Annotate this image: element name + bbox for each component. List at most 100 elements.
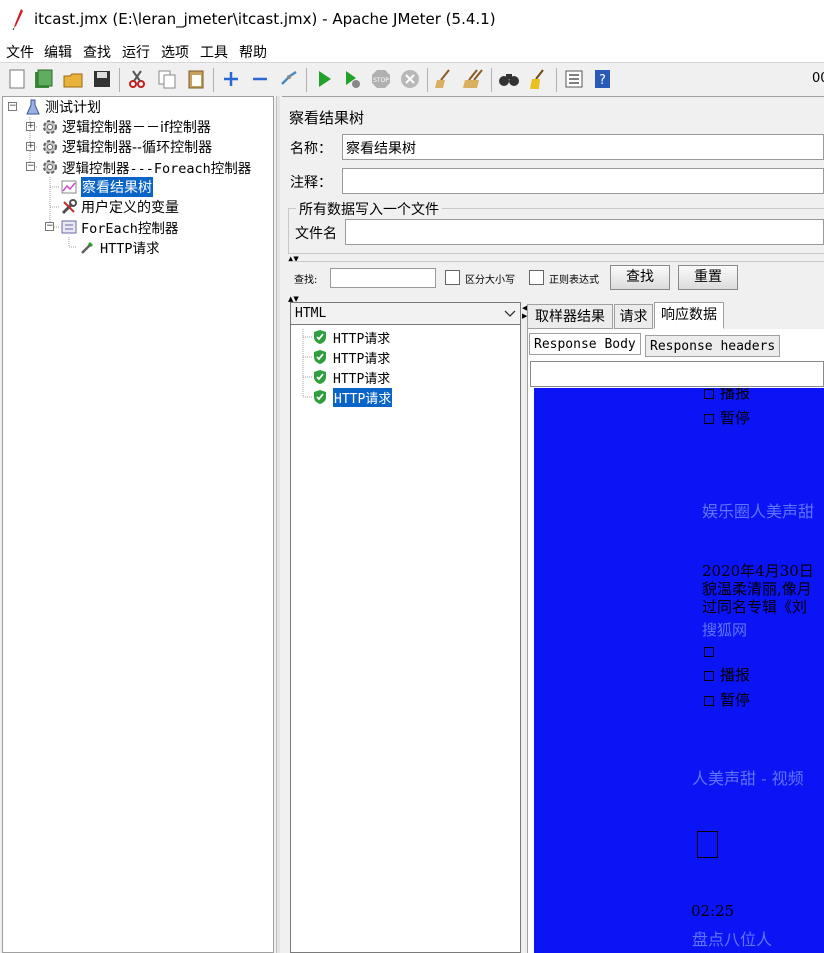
success-shield-icon bbox=[314, 370, 326, 384]
tree-item-http-request[interactable]: HTTP请求 bbox=[79, 237, 160, 257]
new-icon[interactable] bbox=[6, 68, 28, 90]
pipette-icon bbox=[81, 242, 93, 254]
tree-item-label: 测试计划 bbox=[45, 100, 101, 116]
regex-checkbox[interactable] bbox=[529, 270, 544, 285]
tree-item-label: 用户定义的变量 bbox=[81, 200, 179, 216]
tree-item-test-plan[interactable]: 测试计划 bbox=[24, 97, 101, 117]
collapse-icon[interactable] bbox=[249, 68, 271, 90]
help-icon[interactable]: ? bbox=[592, 68, 614, 90]
result-item[interactable]: HTTP请求 bbox=[313, 368, 390, 387]
menu-search[interactable]: 查找 bbox=[83, 42, 111, 62]
expand-toggle[interactable]: + bbox=[26, 142, 35, 151]
stop-icon[interactable]: STOP bbox=[370, 68, 392, 90]
renderer-select[interactable]: HTML bbox=[291, 303, 520, 325]
tree-item-foreach-controller[interactable]: ForEach控制器 bbox=[60, 217, 178, 237]
copy-icon[interactable] bbox=[156, 68, 178, 90]
rendered-html-view[interactable]: 播报 暂停 娱乐圈人美声甜 2020年4月30日 貌温柔清丽,像月 过同名专辑《… bbox=[534, 388, 824, 953]
name-field[interactable]: 察看结果树 bbox=[342, 134, 824, 160]
cut-icon[interactable] bbox=[126, 68, 148, 90]
case-sensitive-checkbox[interactable] bbox=[445, 270, 460, 285]
result-item-selected[interactable]: HTTP请求 bbox=[313, 387, 393, 407]
expand-toggle[interactable]: + bbox=[26, 122, 35, 131]
tree-item-label: HTTP请求 bbox=[100, 241, 160, 257]
open-icon[interactable] bbox=[62, 68, 84, 90]
subtab-response-headers[interactable]: Response headers bbox=[645, 335, 781, 357]
tree-item-if-controller[interactable]: 逻辑控制器－－if控制器 bbox=[41, 117, 211, 137]
start-icon[interactable] bbox=[313, 68, 335, 90]
gear-icon bbox=[43, 140, 57, 154]
subtab-response-body[interactable]: Response Body bbox=[529, 333, 641, 355]
results-list[interactable]: HTML HTTP请求 HTTP请求 HTTP请求 HTTP请求 bbox=[290, 302, 521, 953]
menu-file[interactable]: 文件 bbox=[6, 42, 34, 62]
gear-icon bbox=[43, 160, 57, 174]
find-button[interactable]: 查找 bbox=[610, 265, 670, 290]
filename-field[interactable] bbox=[345, 219, 824, 245]
menu-tools[interactable]: 工具 bbox=[200, 42, 228, 62]
function-helper-icon[interactable] bbox=[563, 68, 585, 90]
response-line: 搜狐网 bbox=[702, 621, 748, 639]
search-icon[interactable] bbox=[498, 68, 520, 90]
checkbox-glyph bbox=[704, 389, 714, 399]
tree-item-user-variables[interactable]: 用户定义的变量 bbox=[60, 197, 179, 217]
test-plan-tree[interactable]: − 测试计划 + 逻辑控制器－－if控制器 + 逻辑控制器--循环控制器 − 逻… bbox=[2, 96, 274, 953]
menu-help[interactable]: 帮助 bbox=[239, 42, 267, 62]
tree-item-label: 察看结果树 bbox=[81, 177, 153, 197]
reset-button[interactable]: 重置 bbox=[678, 265, 738, 290]
result-label: HTTP请求 bbox=[333, 387, 393, 407]
success-shield-icon bbox=[314, 350, 326, 364]
comment-field[interactable] bbox=[342, 168, 824, 194]
splitter[interactable] bbox=[276, 96, 280, 953]
save-icon[interactable] bbox=[91, 68, 113, 90]
tree-item-foreach-logic-controller[interactable]: 逻辑控制器---Foreach控制器 bbox=[41, 157, 251, 177]
response-line: 人美声甜 - 视频 bbox=[692, 769, 804, 788]
tree-item-view-results-tree[interactable]: 察看结果树 bbox=[60, 177, 153, 197]
chevron-down-icon bbox=[504, 310, 516, 317]
collapse-toggle[interactable]: − bbox=[8, 102, 17, 111]
response-line: 暂停 bbox=[704, 689, 750, 710]
menu-run[interactable]: 运行 bbox=[122, 42, 150, 62]
controller-icon bbox=[61, 220, 77, 234]
paste-icon[interactable] bbox=[185, 68, 207, 90]
title-bar: itcast.jmx (E:\leran_jmeter\itcast.jmx) … bbox=[0, 0, 824, 38]
checkbox-glyph bbox=[704, 671, 714, 681]
clear-icon[interactable] bbox=[433, 68, 455, 90]
tab-sampler-result[interactable]: 取样器结果 bbox=[527, 304, 613, 329]
templates-icon[interactable] bbox=[32, 68, 54, 90]
reset-search-icon[interactable] bbox=[527, 68, 549, 90]
collapse-toggle[interactable]: − bbox=[45, 222, 54, 231]
response-line: 过同名专辑《刘 bbox=[702, 598, 808, 616]
response-line: 02:25 bbox=[691, 902, 735, 920]
response-line: 暂停 bbox=[704, 407, 750, 428]
expand-icon[interactable] bbox=[220, 68, 242, 90]
search-label: 查找: bbox=[294, 275, 318, 286]
collapse-toggle[interactable]: − bbox=[26, 162, 35, 171]
toggle-icon[interactable] bbox=[278, 68, 300, 90]
regex-label: 正则表达式 bbox=[549, 275, 599, 286]
tree-item-label: 逻辑控制器－－if控制器 bbox=[62, 120, 211, 136]
tree-item-label: ForEach控制器 bbox=[81, 221, 179, 237]
tree-item-loop-controller[interactable]: 逻辑控制器--循环控制器 bbox=[41, 137, 212, 157]
tab-request[interactable]: 请求 bbox=[614, 304, 653, 329]
tab-response-data[interactable]: 响应数据 bbox=[654, 302, 724, 329]
shutdown-icon[interactable] bbox=[399, 68, 421, 90]
response-line: 娱乐圈人美声甜 bbox=[702, 502, 815, 521]
menu-options[interactable]: 选项 bbox=[161, 42, 189, 62]
case-sensitive-label: 区分大小写 bbox=[465, 275, 515, 286]
start-no-pause-icon[interactable] bbox=[341, 68, 363, 90]
search-input[interactable] bbox=[330, 268, 436, 288]
image-placeholder bbox=[697, 831, 718, 858]
menu-edit[interactable]: 编辑 bbox=[44, 42, 72, 62]
response-line: 盘点八位人 bbox=[692, 930, 773, 949]
clear-all-icon[interactable] bbox=[463, 68, 485, 90]
response-line: 播报 bbox=[704, 388, 750, 403]
response-url-field[interactable] bbox=[530, 361, 824, 387]
file-label: 文件名 bbox=[295, 226, 337, 242]
success-shield-icon bbox=[314, 330, 326, 344]
svg-text:?: ? bbox=[599, 73, 606, 88]
result-item[interactable]: HTTP请求 bbox=[313, 348, 390, 367]
comment-label: 注释： bbox=[290, 175, 332, 191]
thread-counter: 00 bbox=[812, 71, 824, 86]
wrench-icon bbox=[61, 199, 77, 215]
result-item[interactable]: HTTP请求 bbox=[313, 328, 390, 347]
tree-item-label: 逻辑控制器---Foreach控制器 bbox=[62, 161, 252, 177]
